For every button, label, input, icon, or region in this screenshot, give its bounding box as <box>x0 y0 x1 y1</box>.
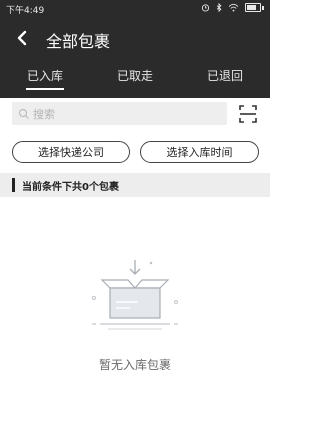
search-input[interactable]: 搜索 <box>12 102 227 125</box>
condition-marker <box>12 178 15 192</box>
time-filter-button[interactable]: 选择入库时间 <box>140 141 259 163</box>
battery-icon <box>245 3 261 12</box>
scan-icon[interactable] <box>238 104 258 124</box>
search-row: 搜索 <box>0 98 270 134</box>
search-icon <box>18 108 29 119</box>
empty-state-text: 暂无入库包裹 <box>98 358 171 372</box>
bluetooth-icon <box>216 3 222 12</box>
condition-text: 当前条件下共0个包裹 <box>22 182 119 193</box>
search-placeholder: 搜索 <box>33 107 55 121</box>
tab-returned[interactable]: 已退回 <box>180 60 270 96</box>
status-icons <box>201 3 264 12</box>
back-button[interactable] <box>10 25 34 51</box>
wifi-icon <box>228 3 239 12</box>
tab-stored[interactable]: 已入库 <box>0 60 90 96</box>
back-arrow-icon <box>17 30 27 46</box>
empty-box-illustration <box>92 260 178 330</box>
filter-row: 选择快递公司 选择入库时间 <box>0 138 270 168</box>
alarm-icon <box>201 4 210 12</box>
status-bar: 下午4:49 <box>0 0 270 18</box>
page-title: 全部包裹 <box>46 32 111 51</box>
title-bar: 全部包裹 <box>0 20 270 56</box>
status-time: 下午4:49 <box>6 6 45 16</box>
app-header: 下午4:49 全部包裹 已入库 已取走 已退回 <box>0 0 270 98</box>
courier-filter-button[interactable]: 选择快递公司 <box>12 141 130 163</box>
tab-picked-up[interactable]: 已取走 <box>90 60 180 96</box>
tab-bar: 已入库 已取走 已退回 <box>0 60 270 96</box>
condition-bar: 当前条件下共0个包裹 <box>0 173 270 197</box>
